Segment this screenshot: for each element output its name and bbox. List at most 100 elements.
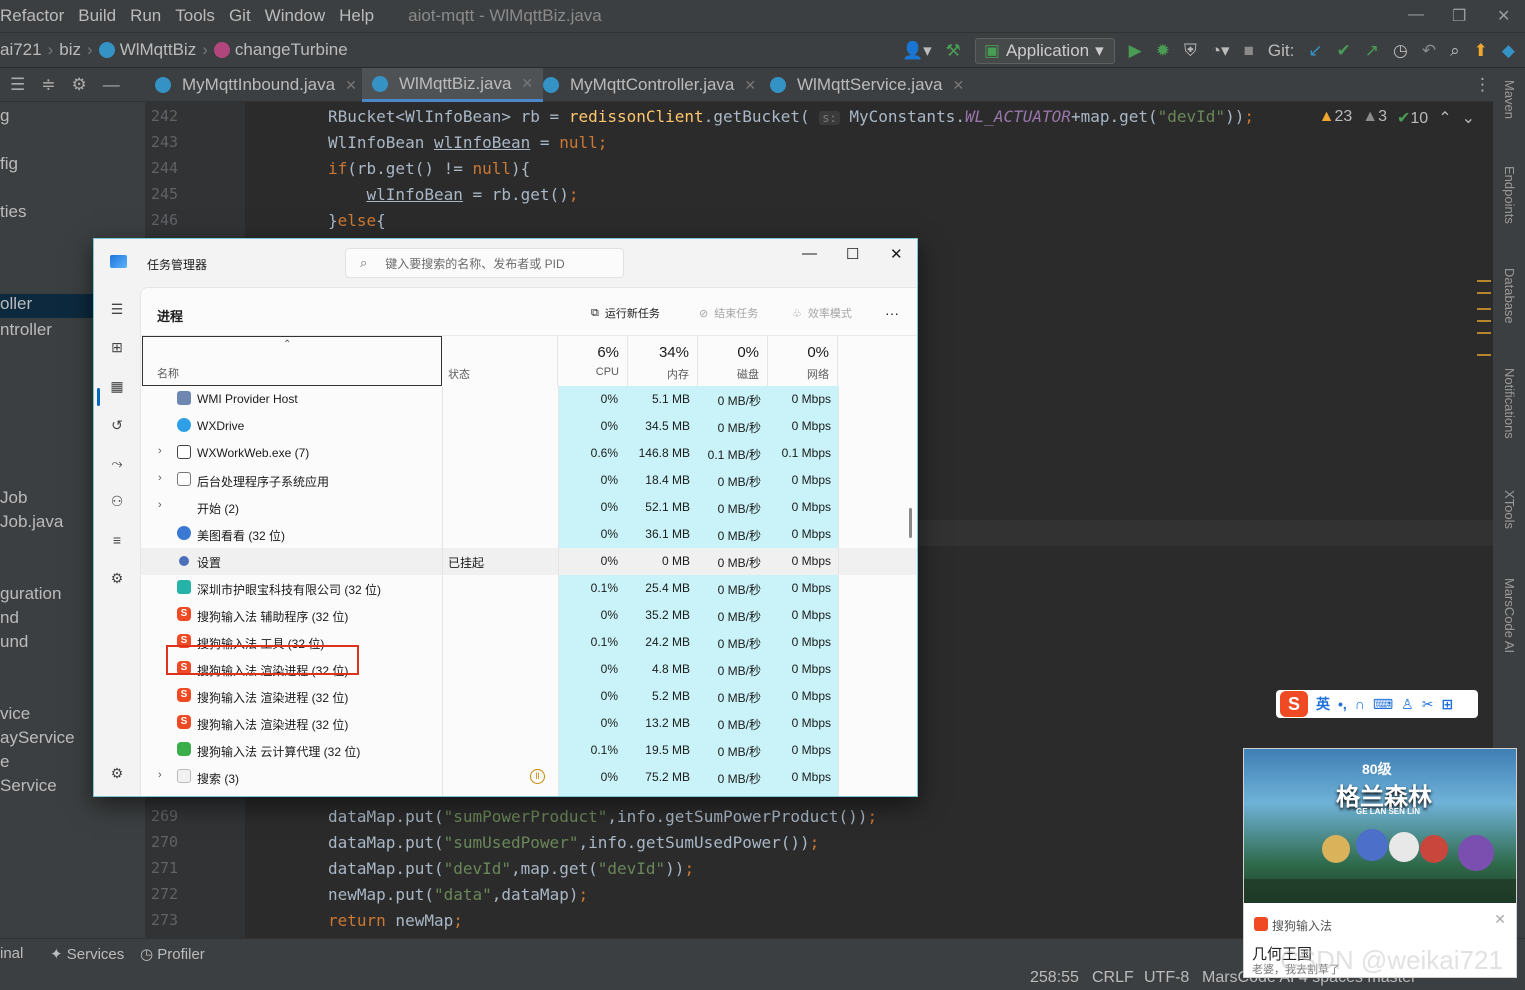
hamburger-icon[interactable]: ☰ xyxy=(108,301,126,318)
history-icon[interactable]: ◷ xyxy=(1393,41,1408,61)
column-header-memory[interactable]: 34% 内存 xyxy=(628,336,698,386)
user-icon[interactable]: ♙ xyxy=(1401,696,1414,713)
breadcrumb-item[interactable]: ai721 xyxy=(0,40,42,60)
menu-git[interactable]: Git xyxy=(229,6,259,26)
close-icon[interactable]: ✕ xyxy=(952,77,964,94)
tool-endpoints[interactable]: Endpoints xyxy=(1502,166,1517,224)
headset-icon[interactable]: ∩ xyxy=(1355,696,1365,712)
run-config-select[interactable]: ▣ Application ▾ xyxy=(974,38,1115,64)
menu-refactor[interactable]: Refactor xyxy=(0,6,72,26)
process-row[interactable]: S 搜狗输入法 渲染进程 (32 位) 0% 13.2 MB 0 MB/秒 0 … xyxy=(141,710,917,737)
rollback-icon[interactable]: ↶ xyxy=(1422,41,1436,61)
tree-item[interactable]: Job.java xyxy=(0,512,63,532)
user-icon[interactable]: 👤▾ xyxy=(902,41,932,61)
column-header-disk[interactable]: 0% 磁盘 xyxy=(698,336,768,386)
build-hammer-icon[interactable]: ⚒ xyxy=(946,41,961,61)
process-row[interactable]: 深圳市护眼宝科技有限公司 (32 位) 0.1% 25.4 MB 0 MB/秒 … xyxy=(141,575,917,602)
breadcrumb-item[interactable]: WlMqttBiz xyxy=(120,40,197,60)
inspection-widget[interactable]: ▲23 ▲3 ✔10 ⌃ ⌄ xyxy=(1319,108,1475,128)
breadcrumb-item[interactable]: biz xyxy=(59,40,81,60)
efficiency-mode-button[interactable]: ♧ 效率模式 xyxy=(792,305,852,321)
tool-services[interactable]: ✦ Services xyxy=(50,945,124,963)
file-encoding[interactable]: UTF-8 xyxy=(1144,969,1189,987)
tool-database[interactable]: Database xyxy=(1502,268,1517,324)
sogou-ime-toolbar[interactable]: S 英 •, ∩ ⌨ ♙ ✂ ⊞ xyxy=(1276,690,1478,718)
tree-item[interactable]: ntroller xyxy=(0,320,52,340)
process-row[interactable]: 设置 已挂起 0% 0 MB 0 MB/秒 0 Mbps xyxy=(141,548,917,575)
end-task-button[interactable]: ⊘ 结束任务 xyxy=(699,305,758,321)
processes-icon[interactable]: ⊞ xyxy=(108,339,126,356)
tool-notifications[interactable]: Notifications xyxy=(1502,368,1517,439)
close-icon[interactable]: ✕ xyxy=(744,77,756,94)
collapse-all-icon[interactable]: ≑ xyxy=(41,75,55,95)
tree-item[interactable]: vice xyxy=(0,704,30,724)
process-row[interactable]: › WXWorkWeb.exe (7) 0.6% 146.8 MB 0.1 MB… xyxy=(141,440,917,467)
menu-window[interactable]: Window xyxy=(265,6,333,26)
git-commit-icon[interactable]: ✔ xyxy=(1337,41,1351,61)
sogou-logo-icon[interactable]: S xyxy=(1280,691,1308,717)
minimize-icon[interactable]: — xyxy=(1408,6,1424,24)
menu-tools[interactable]: Tools xyxy=(175,6,223,26)
update-icon[interactable]: ⬆ xyxy=(1474,41,1488,61)
menu-build[interactable]: Build xyxy=(78,6,124,26)
git-update-icon[interactable]: ↙ xyxy=(1308,41,1322,61)
performance-icon[interactable]: ▦ xyxy=(108,378,126,395)
line-separator[interactable]: CRLF xyxy=(1092,969,1134,987)
tab-mymqttinbound[interactable]: MyMqttInbound.java ✕ xyxy=(155,68,357,102)
close-window-icon[interactable]: ✕ xyxy=(1497,6,1510,26)
process-search-input[interactable]: ⌕ 键入要搜索的名称、发布者或 PID xyxy=(345,248,624,278)
grid-menu-icon[interactable]: ⊞ xyxy=(1441,696,1453,713)
process-row[interactable]: S 搜狗输入法 辅助程序 (32 位) 0% 35.2 MB 0 MB/秒 0 … xyxy=(141,602,917,629)
run-new-task-button[interactable]: ⧉ 运行新任务 xyxy=(591,305,660,321)
chevron-right-icon[interactable]: › xyxy=(158,472,162,484)
search-icon[interactable]: ⌕ xyxy=(1450,41,1460,61)
column-header-cpu[interactable]: 6% CPU xyxy=(558,336,628,386)
close-icon[interactable]: ✕ xyxy=(890,245,903,263)
close-icon[interactable]: ✕ xyxy=(521,75,533,92)
settings-gear-icon[interactable]: ⚙ xyxy=(108,765,126,782)
process-row[interactable]: › 后台处理程序子系统应用 0% 18.4 MB 0 MB/秒 0 Mbps xyxy=(141,467,917,494)
profile-icon[interactable]: ◔▾ xyxy=(1211,41,1230,61)
ime-language-toggle[interactable]: 英 xyxy=(1316,694,1330,714)
tab-mymqttcontroller[interactable]: MyMqttController.java ✕ xyxy=(543,68,756,102)
stop-icon[interactable]: ■ xyxy=(1244,41,1254,61)
gear-icon[interactable]: ⚙ xyxy=(72,75,87,95)
tree-item[interactable]: nd xyxy=(0,608,19,628)
tool-xtools[interactable]: XTools xyxy=(1502,490,1517,529)
tab-wlmqttbiz[interactable]: WlMqttBiz.java ✕ xyxy=(362,68,544,102)
scissors-icon[interactable]: ✂ xyxy=(1422,696,1434,713)
tree-item[interactable]: e xyxy=(0,752,9,772)
app-history-icon[interactable]: ↺ xyxy=(108,417,126,434)
coverage-icon[interactable]: ⛨ xyxy=(1184,41,1197,61)
process-row[interactable]: WMI Provider Host 0% 5.1 MB 0 MB/秒 0 Mbp… xyxy=(141,386,917,413)
restore-icon[interactable]: ❐ xyxy=(1452,6,1466,26)
run-icon[interactable]: ▶ xyxy=(1129,41,1142,61)
services-icon[interactable]: ⚙ xyxy=(108,570,126,587)
ad-banner-image[interactable]: 80级 格兰森林 GE LAN SEN LIN xyxy=(1244,749,1516,903)
close-icon[interactable]: ✕ xyxy=(345,77,357,94)
process-row[interactable]: 搜狗输入法 云计算代理 (32 位) 0.1% 19.5 MB 0 MB/秒 0… xyxy=(141,737,917,764)
column-header-status[interactable]: 状态 xyxy=(442,336,558,386)
tree-item[interactable]: guration xyxy=(0,584,61,604)
chevron-right-icon[interactable]: › xyxy=(158,445,162,457)
chevron-up-icon[interactable]: ⌃ xyxy=(1438,108,1451,128)
keyboard-icon[interactable]: ⌨ xyxy=(1373,696,1393,713)
expand-all-icon[interactable]: ☰ xyxy=(10,75,25,95)
tab-wlmqttservice[interactable]: WlMqttService.java ✕ xyxy=(770,68,964,102)
more-tabs-icon[interactable]: ⋮ xyxy=(1474,75,1491,95)
process-row[interactable]: WXDrive 0% 34.5 MB 0 MB/秒 0 Mbps xyxy=(141,413,917,440)
tool-terminal[interactable]: inal xyxy=(0,945,23,962)
menu-help[interactable]: Help xyxy=(339,6,382,26)
tool-profiler[interactable]: ◷ Profiler xyxy=(140,945,205,963)
scrollbar-thumb[interactable] xyxy=(909,508,912,538)
tree-item[interactable]: ties xyxy=(0,202,26,222)
users-icon[interactable]: ⚇ xyxy=(108,493,126,510)
tree-item[interactable]: ayService xyxy=(0,728,75,748)
hide-panel-icon[interactable]: — xyxy=(103,75,120,95)
process-row[interactable]: › 搜索 (3) ll 0% 75.2 MB 0 MB/秒 0 Mbps xyxy=(141,764,917,791)
tool-maven[interactable]: Maven xyxy=(1502,80,1517,119)
chevron-right-icon[interactable]: › xyxy=(158,499,162,511)
startup-apps-icon[interactable]: ⤳ xyxy=(108,455,126,472)
process-row[interactable]: 美图看看 (32 位) 0% 36.1 MB 0 MB/秒 0 Mbps xyxy=(141,521,917,548)
process-row[interactable]: S 搜狗输入法 渲染进程 (32 位) 0% 5.2 MB 0 MB/秒 0 M… xyxy=(141,683,917,710)
